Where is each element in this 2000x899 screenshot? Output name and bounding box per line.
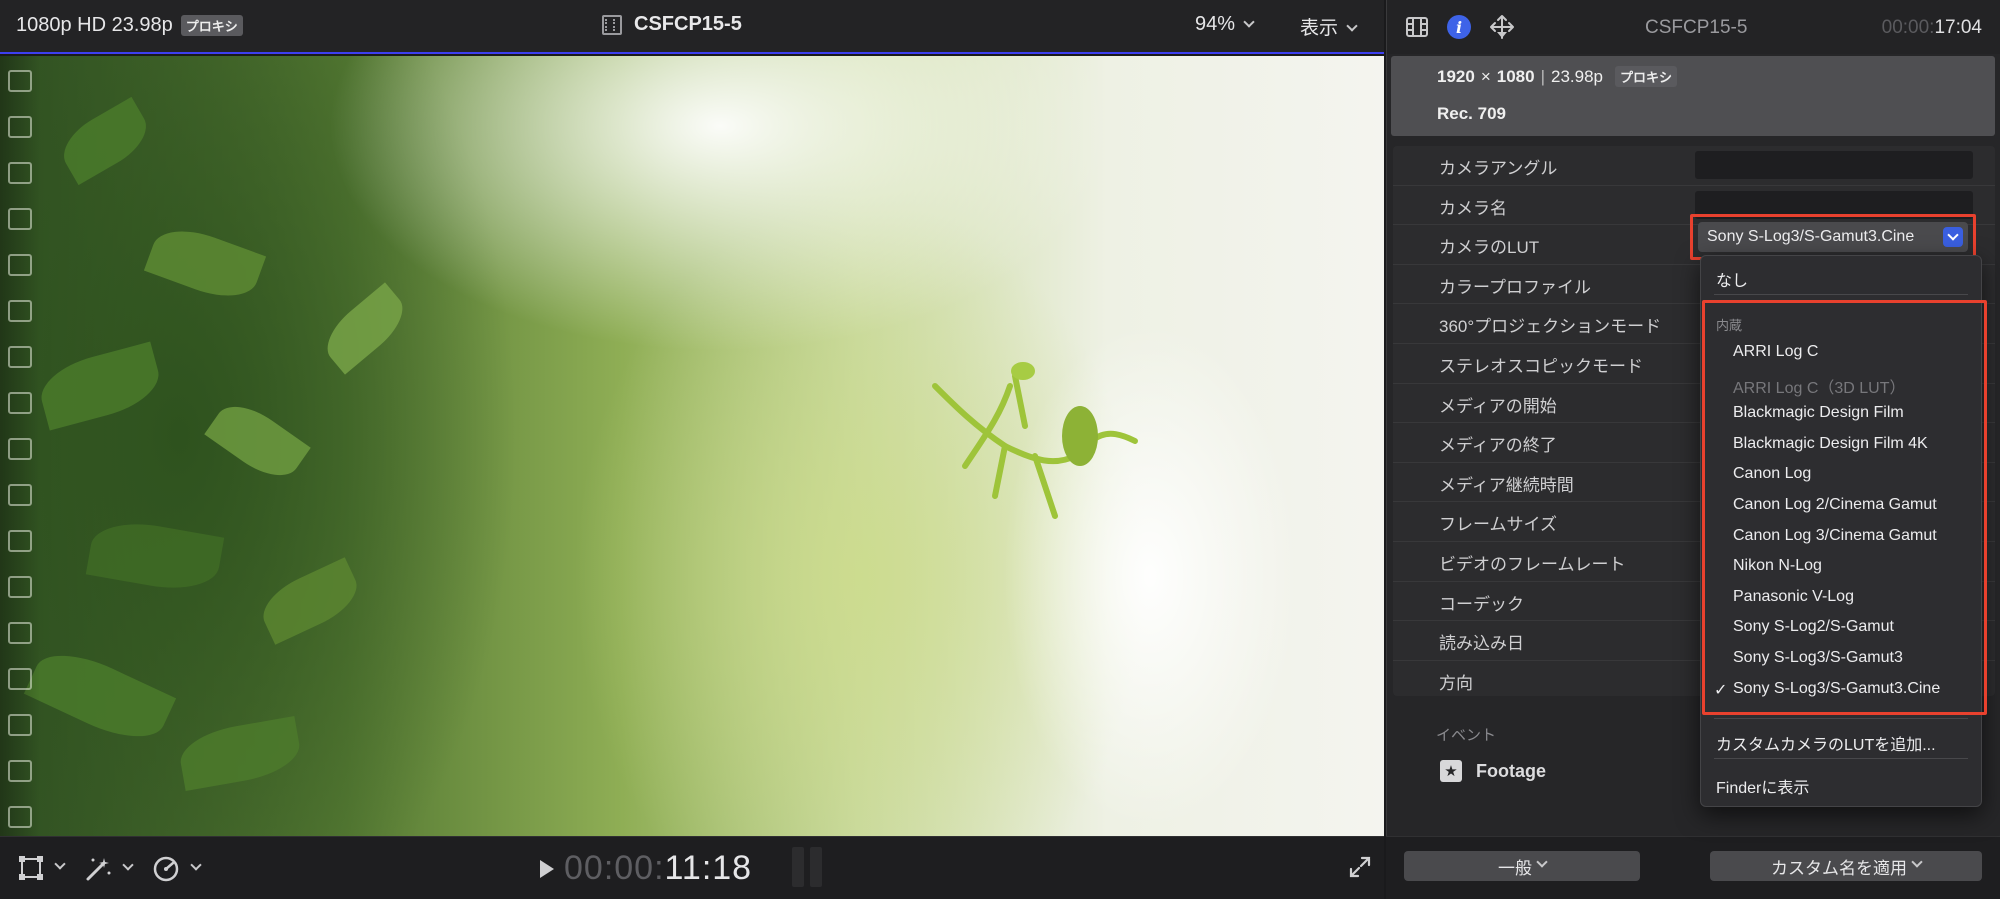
apply-custom-name-button[interactable]: カスタム名を適用 bbox=[1710, 851, 1982, 881]
view-menu-label: 表示 bbox=[1300, 18, 1339, 39]
menu-item-show-in-finder[interactable]: Finderに表示 bbox=[1701, 769, 1981, 797]
viewer-bottom-bar: 00:00: 11:18 bbox=[0, 836, 1384, 899]
proxy-badge: プロキシ bbox=[180, 15, 243, 36]
summary-framerate: 23.98p bbox=[1551, 66, 1604, 86]
info-icon[interactable]: i bbox=[1447, 15, 1471, 39]
chevron-down-icon bbox=[190, 859, 202, 871]
property-row: カメラアングル bbox=[1393, 146, 1995, 186]
inspector-footer: 一般 カスタム名を適用 bbox=[1386, 836, 2000, 899]
leaf-shape bbox=[254, 557, 366, 645]
menu-separator bbox=[1714, 758, 1968, 759]
menu-separator bbox=[1714, 294, 1968, 295]
inspector-duration: 00:00:17:04 bbox=[1881, 17, 1982, 38]
timecode-dim: 00:00: bbox=[564, 849, 665, 887]
viewer-canvas[interactable] bbox=[0, 56, 1384, 836]
fullscreen-icon[interactable] bbox=[1348, 855, 1372, 879]
events-heading: イベント bbox=[1436, 727, 1497, 744]
enhance-tool-menu[interactable] bbox=[84, 855, 134, 883]
viewer-clip-title: CSFCP15-5 bbox=[602, 13, 742, 36]
viewer-timecode[interactable]: 00:00: 11:18 bbox=[540, 849, 752, 888]
camera-angle-field[interactable] bbox=[1695, 151, 1973, 179]
final-cut-window: 1080p HD 23.98p プロキシ CSFCP15-5 94% 表示 00… bbox=[0, 0, 2000, 899]
zoom-menu[interactable]: 94% bbox=[1195, 13, 1255, 36]
magic-wand-icon bbox=[86, 858, 111, 881]
transform-icon bbox=[19, 856, 43, 880]
star-icon: ★ bbox=[1440, 760, 1462, 782]
play-icon[interactable] bbox=[540, 859, 554, 878]
menu-item-add-custom-lut[interactable]: カスタムカメラのLUTを追加... bbox=[1701, 726, 1981, 754]
leaf-shape bbox=[204, 393, 311, 489]
leaf-shape bbox=[176, 715, 304, 792]
inspector-title: CSFCP15-5 bbox=[1645, 17, 1748, 38]
format-label: 1080p HD 23.98p bbox=[16, 14, 173, 36]
leaf-shape bbox=[34, 341, 166, 431]
leaf-shape bbox=[143, 218, 267, 309]
audio-meter-icon bbox=[792, 847, 828, 887]
proxy-badge: プロキシ bbox=[1615, 66, 1678, 87]
filmstrip-edge bbox=[0, 56, 40, 836]
view-menu[interactable]: 表示 bbox=[1300, 13, 1358, 40]
speed-tool-menu[interactable] bbox=[152, 855, 202, 883]
chevron-down-icon bbox=[1243, 16, 1255, 28]
leaf-shape bbox=[23, 639, 177, 753]
share-inspector-icon[interactable] bbox=[1489, 14, 1515, 40]
metadata-view-label: 一般 bbox=[1498, 858, 1532, 878]
summary-separator: | bbox=[1540, 66, 1546, 86]
leaf-shape bbox=[85, 515, 225, 597]
mantis-subject bbox=[932, 362, 1138, 519]
chevron-down-icon bbox=[54, 858, 66, 870]
event-name: Footage bbox=[1476, 760, 1546, 781]
menu-item-none[interactable]: なし bbox=[1701, 262, 1981, 290]
chevron-down-icon bbox=[1536, 856, 1548, 868]
clip-name: CSFCP15-5 bbox=[634, 13, 742, 35]
transform-tool-menu[interactable] bbox=[18, 855, 66, 881]
viewer-format-info[interactable]: 1080p HD 23.98p プロキシ bbox=[16, 14, 243, 37]
resolution-height: 1080 bbox=[1496, 66, 1535, 86]
metadata-view-button[interactable]: 一般 bbox=[1404, 851, 1640, 881]
leaf-shape bbox=[316, 282, 414, 375]
inspector-header: i CSFCP15-5 00:00:17:04 bbox=[1387, 0, 2000, 54]
chevron-down-icon bbox=[122, 859, 134, 871]
chevron-down-icon bbox=[1346, 20, 1358, 32]
annotation-highlight-select bbox=[1690, 214, 1976, 260]
color-space: Rec. 709 bbox=[1437, 104, 1506, 123]
film-icon bbox=[602, 14, 622, 35]
annotation-highlight-list bbox=[1702, 300, 1987, 715]
video-inspector-icon[interactable] bbox=[1405, 15, 1429, 39]
resolution-times: × bbox=[1480, 66, 1491, 86]
timecode-main: 11:18 bbox=[664, 849, 753, 887]
clip-summary: 1920 × 1080 | 23.98p プロキシ Rec. 709 bbox=[1391, 56, 1995, 136]
event-item[interactable]: ★ Footage bbox=[1440, 760, 1546, 782]
apply-custom-name-label: カスタム名を適用 bbox=[1771, 858, 1907, 878]
resolution-width: 1920 bbox=[1437, 66, 1475, 86]
zoom-level: 94% bbox=[1195, 13, 1236, 35]
speedometer-icon bbox=[153, 856, 179, 882]
chevron-down-icon bbox=[1911, 856, 1923, 868]
leaf-shape bbox=[53, 96, 157, 186]
viewer-toolbar: 1080p HD 23.98p プロキシ CSFCP15-5 94% 表示 bbox=[0, 0, 1384, 54]
menu-separator bbox=[1714, 718, 1968, 719]
